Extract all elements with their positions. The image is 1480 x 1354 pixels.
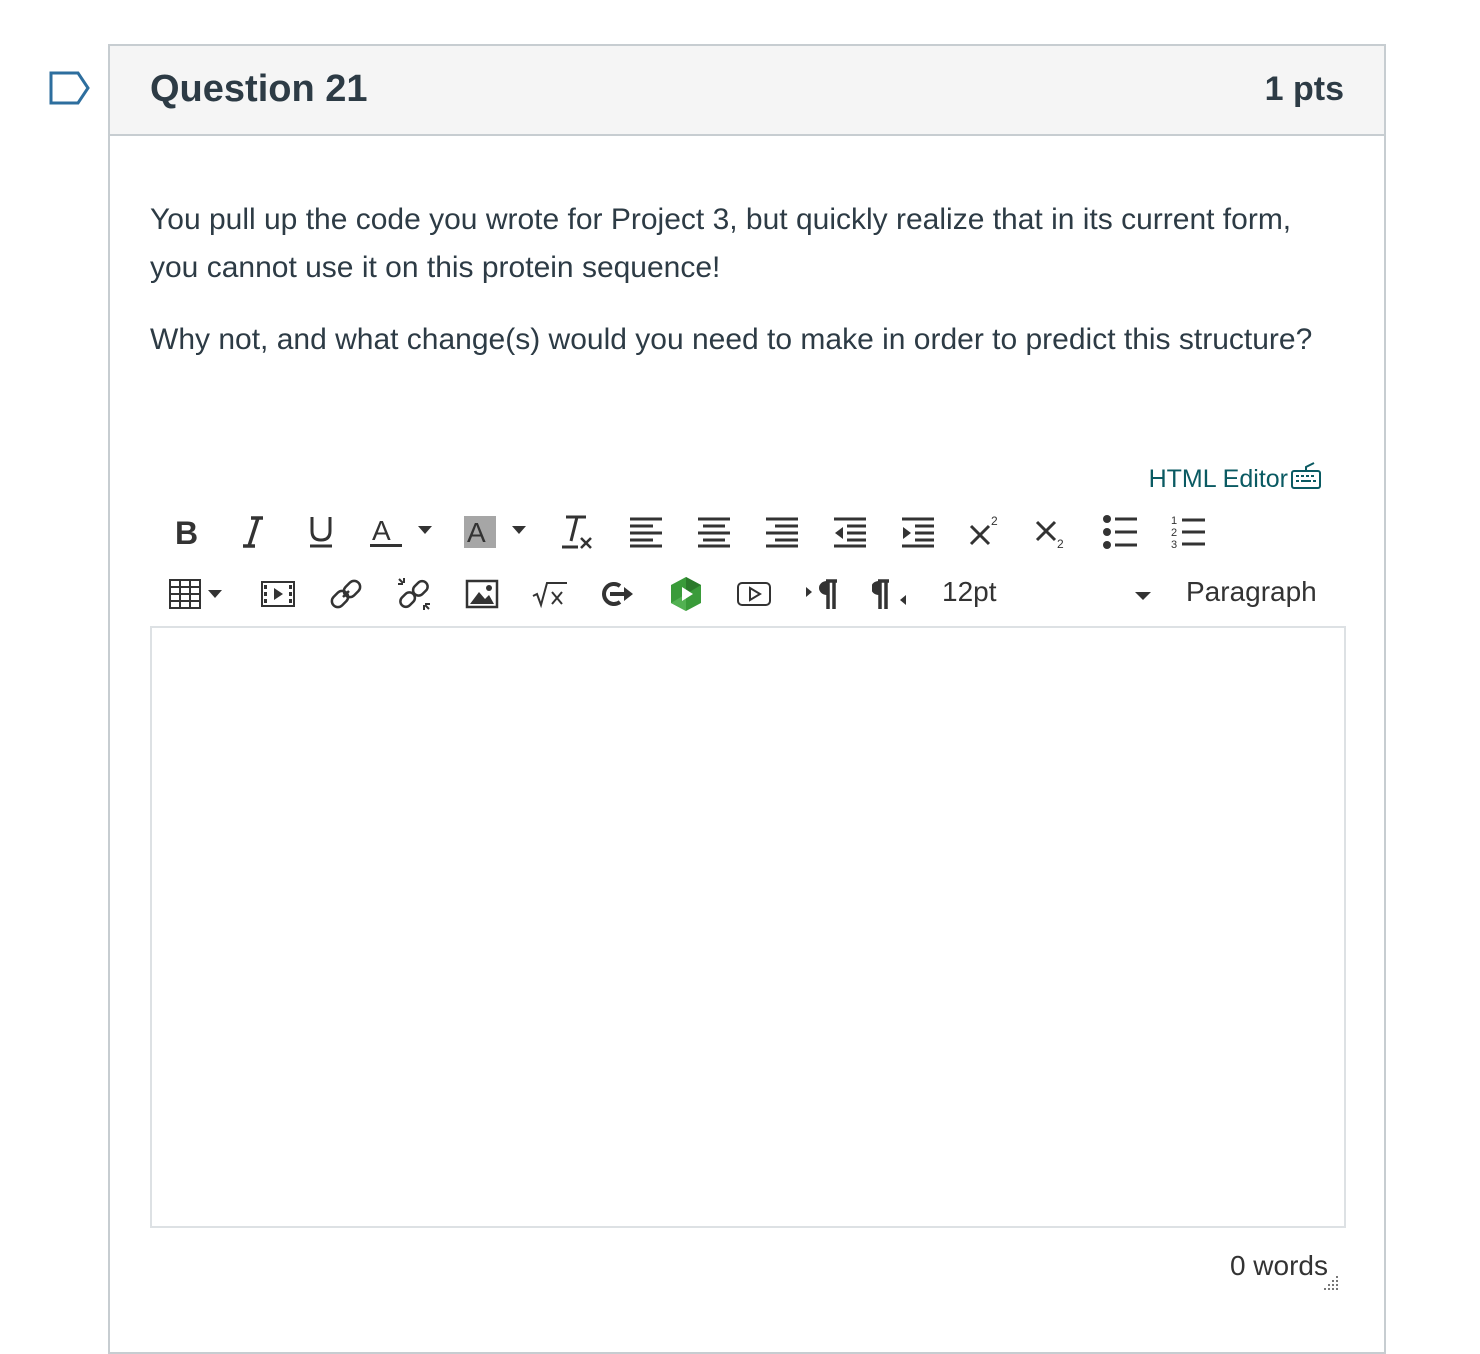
image-button[interactable] — [464, 570, 500, 618]
align-left-icon — [629, 516, 663, 548]
svg-text:A: A — [467, 517, 486, 548]
block-format-value: Paragraph — [1186, 576, 1317, 607]
image-icon — [465, 579, 499, 609]
indent-icon — [901, 516, 935, 548]
align-center-button[interactable] — [696, 508, 732, 556]
ltr-button[interactable] — [804, 570, 840, 618]
underline-icon — [308, 515, 334, 549]
align-right-icon — [765, 516, 799, 548]
question-header: Question 21 1 pts — [110, 46, 1384, 136]
media-icon — [260, 580, 296, 608]
subscript-button[interactable]: 2 — [1034, 508, 1070, 556]
resize-handle-icon[interactable] — [1320, 1274, 1340, 1299]
superscript-button[interactable]: 2 — [968, 508, 1004, 556]
indent-button[interactable] — [900, 508, 936, 556]
apps-icon — [668, 576, 704, 612]
svg-text:1: 1 — [1171, 515, 1177, 527]
table-button[interactable] — [168, 570, 228, 618]
video-icon — [736, 580, 772, 608]
svg-text:2: 2 — [1171, 527, 1177, 539]
math-equation-button[interactable] — [532, 570, 568, 618]
html-editor-label: HTML Editor — [1148, 465, 1288, 493]
math-equation-icon — [532, 579, 568, 609]
numbered-list-icon: 123 — [1170, 514, 1206, 550]
align-left-button[interactable] — [628, 508, 664, 556]
superscript-icon: 2 — [968, 514, 1004, 550]
keyboard-icon — [1290, 462, 1322, 497]
clear-formatting-button[interactable] — [560, 508, 596, 556]
word-count: 0 words — [1229, 1250, 1328, 1281]
question-paragraph: You pull up the code you wrote for Proje… — [150, 203, 1292, 284]
editor-toolbar-row-2: 12pt Paragraph — [150, 564, 1350, 624]
outdent-icon — [833, 516, 867, 548]
bold-icon: B — [174, 516, 200, 548]
ltr-icon — [804, 577, 840, 611]
link-button[interactable] — [328, 570, 364, 618]
block-format-select[interactable]: Paragraph — [1186, 576, 1317, 608]
clear-formatting-icon — [560, 514, 596, 550]
text-color-icon: A — [368, 514, 434, 550]
media-button[interactable] — [260, 570, 296, 618]
editor-toolbar-row-1: B A A 2 2 1 2 3 — [150, 502, 1350, 562]
link-icon — [329, 577, 363, 611]
question-paragraph: Why not, and what change(s) would you ne… — [150, 323, 1313, 356]
external-tools-button[interactable] — [600, 570, 636, 618]
question-text: You pull up the code you wrote for Proje… — [150, 196, 1320, 388]
unlink-icon — [396, 576, 432, 612]
html-editor-toggle[interactable]: HTML Editor — [1149, 462, 1322, 497]
numbered-list-button[interactable]: 123 — [1170, 508, 1206, 556]
outdent-button[interactable] — [832, 508, 868, 556]
svg-text:3: 3 — [1171, 539, 1177, 550]
rich-text-editor[interactable] — [150, 626, 1346, 1228]
text-color-button[interactable]: A — [368, 508, 434, 556]
svg-text:2: 2 — [1057, 537, 1064, 550]
underline-button[interactable] — [304, 508, 338, 556]
rtl-icon — [872, 577, 908, 611]
align-center-icon — [697, 516, 731, 548]
subscript-icon: 2 — [1034, 514, 1070, 550]
question-card: Question 21 1 pts You pull up the code y… — [108, 44, 1386, 1354]
font-size-value: 12pt — [942, 576, 997, 607]
italic-button[interactable] — [236, 508, 270, 556]
table-icon — [168, 578, 228, 610]
svg-text:A: A — [372, 515, 391, 546]
bold-button[interactable]: B — [170, 508, 204, 556]
external-tools-icon — [600, 579, 636, 609]
background-color-icon: A — [462, 514, 528, 550]
svg-text:2: 2 — [991, 514, 998, 528]
video-button[interactable] — [736, 570, 772, 618]
question-points: 1 pts — [1264, 70, 1344, 108]
font-size-select[interactable]: 12pt — [942, 576, 997, 608]
background-color-button[interactable]: A — [462, 508, 528, 556]
svg-text:B: B — [175, 516, 198, 548]
apps-button[interactable] — [668, 570, 704, 618]
font-size-dropdown-icon[interactable] — [1134, 588, 1152, 606]
flag-question-icon[interactable] — [48, 70, 92, 106]
bullet-list-icon — [1102, 515, 1138, 549]
unlink-button[interactable] — [396, 570, 432, 618]
align-right-button[interactable] — [764, 508, 800, 556]
italic-icon — [240, 515, 266, 549]
question-title: Question 21 — [150, 68, 368, 110]
bullet-list-button[interactable] — [1102, 508, 1138, 556]
rtl-button[interactable] — [872, 570, 908, 618]
